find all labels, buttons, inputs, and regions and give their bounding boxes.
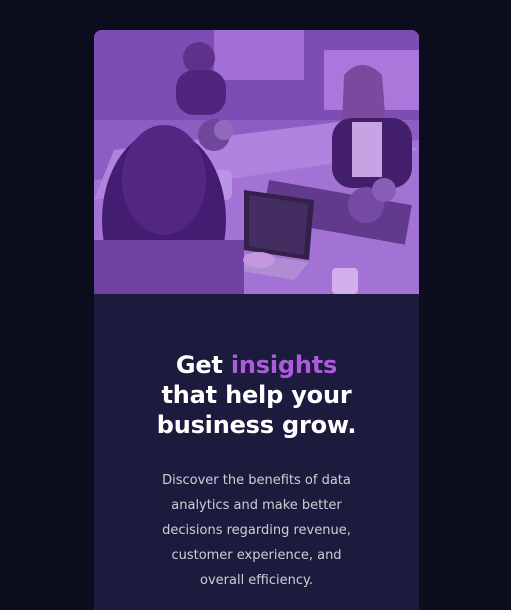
headline-word-get: Get: [175, 351, 223, 379]
headline-line-2: that help your: [161, 381, 352, 409]
card-content: Get insights that help your business gro…: [94, 350, 419, 593]
stats-card: Get insights that help your business gro…: [94, 30, 419, 610]
description-text: Discover the benefits of data analytics …: [162, 473, 351, 588]
office-photo-illustration: [94, 30, 419, 294]
headline-line-3: business grow.: [156, 411, 357, 439]
headline: Get insights that help your business gro…: [124, 350, 389, 440]
headline-line-1: Get insights: [124, 350, 389, 380]
hero-image: [94, 30, 419, 294]
headline-accent-insights: insights: [230, 351, 338, 379]
